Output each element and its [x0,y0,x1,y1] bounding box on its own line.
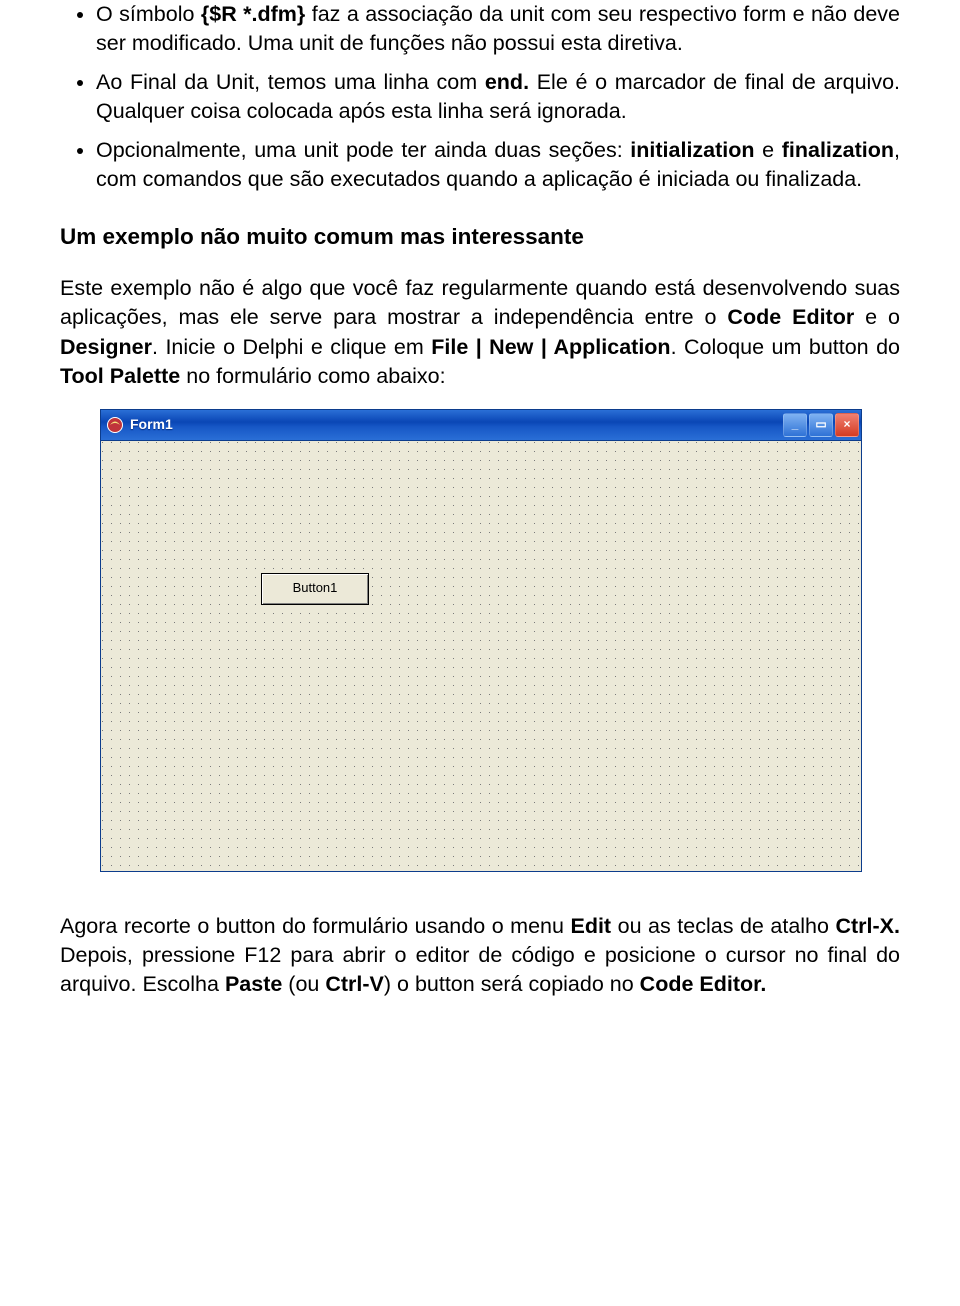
bullet-item: Ao Final da Unit, temos uma linha com en… [96,68,900,126]
text-bold: Code Editor [727,305,854,329]
bullet-list: O símbolo {$R *.dfm} faz a associação da… [60,0,900,194]
text-bold: Tool Palette [60,364,180,388]
text: Ao Final da Unit, temos uma linha com [96,70,485,94]
text: e [755,138,782,162]
form-client-area[interactable]: Button1 [101,441,861,871]
window-title: Form1 [130,415,173,434]
close-button[interactable]: × [835,413,859,437]
maximize-button[interactable]: ▭ [809,413,833,437]
text: . Inicie o Delphi e clique em [152,335,431,359]
text-bold: File | New | Application [431,335,670,359]
paragraph: Agora recorte o button do formulário usa… [60,912,900,999]
minimize-icon: _ [792,416,799,432]
text-bold: Ctrl-X. [836,914,901,938]
text: Opcionalmente, uma unit pode ter ainda d… [96,138,630,162]
text: ou as teclas de atalho [611,914,835,938]
text: Agora recorte o button do formulário usa… [60,914,570,938]
text: ) o button será copiado no [384,972,640,996]
text: (ou [282,972,325,996]
maximize-icon: ▭ [815,416,826,432]
close-icon: × [843,416,850,432]
form-screenshot: Form1 _ ▭ × Button1 [100,409,860,872]
text-bold: Paste [225,972,282,996]
text: e o [854,305,900,329]
text-bold: initialization [630,138,754,162]
minimize-button[interactable]: _ [783,413,807,437]
text: O símbolo [96,2,201,26]
titlebar-buttons: _ ▭ × [783,413,859,437]
text-bold: finalization [782,138,894,162]
titlebar-left: Form1 [106,415,173,434]
form-window: Form1 _ ▭ × Button1 [100,409,862,872]
text-bold: Code Editor. [640,972,767,996]
text-bold: Ctrl-V [325,972,384,996]
delphi-icon [106,416,124,434]
bullet-item: Opcionalmente, uma unit pode ter ainda d… [96,136,900,194]
button1[interactable]: Button1 [261,573,369,605]
paragraph: Este exemplo não é algo que você faz reg… [60,274,900,390]
text-bold: {$R *.dfm} [201,2,305,26]
text-bold: Designer [60,335,152,359]
document-page: O símbolo {$R *.dfm} faz a associação da… [0,0,960,1306]
bullet-item: O símbolo {$R *.dfm} faz a associação da… [96,0,900,58]
text: . Coloque um button do [671,335,900,359]
text-bold: Edit [570,914,611,938]
titlebar[interactable]: Form1 _ ▭ × [101,410,861,441]
text: no formulário como abaixo: [180,364,445,388]
text-bold: end. [485,70,529,94]
section-heading: Um exemplo não muito comum mas interessa… [60,222,900,252]
